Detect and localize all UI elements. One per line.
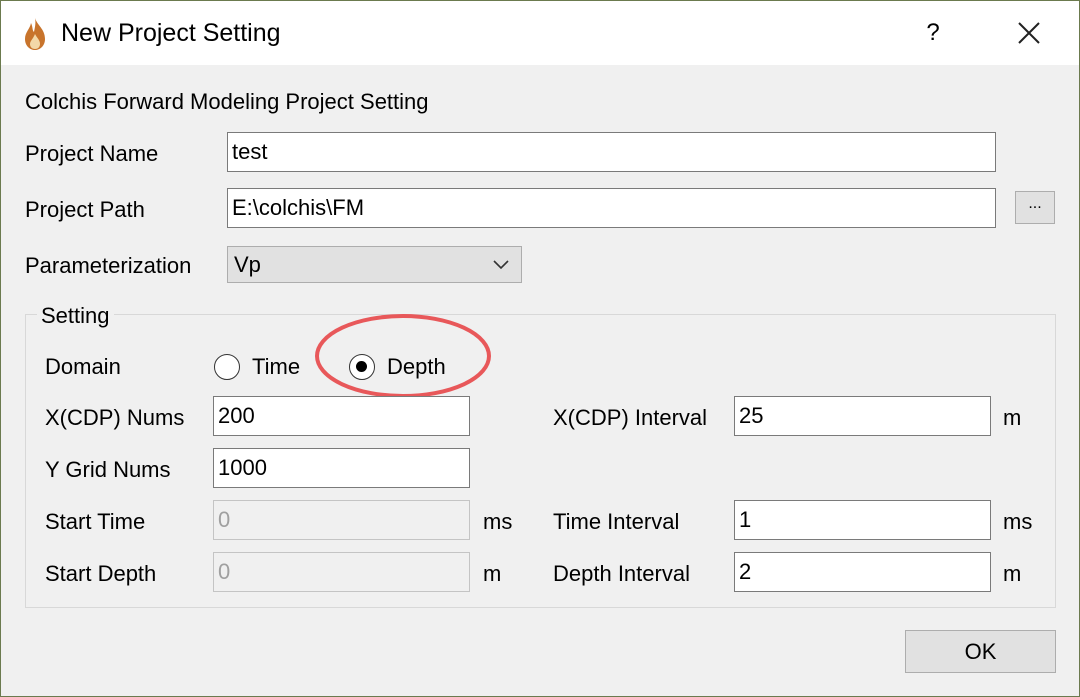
title-bar[interactable]: New Project Setting ?: [1, 1, 1079, 65]
dialog-title: New Project Setting: [61, 19, 281, 47]
start-depth-unit: m: [483, 561, 502, 586]
chevron-down-icon: [493, 260, 509, 270]
depth-interval-unit: m: [1003, 561, 1022, 586]
radio-selected-dot: [356, 361, 367, 372]
parameterization-label: Parameterization: [25, 253, 192, 278]
start-time-label: Start Time: [45, 509, 146, 534]
flame-icon: [25, 18, 45, 50]
start-depth-input: [213, 552, 470, 592]
start-time-input: [213, 500, 470, 540]
domain-depth-radio[interactable]: [349, 354, 375, 380]
xcdp-interval-unit: m: [1003, 405, 1022, 430]
xcdp-nums-label: X(CDP) Nums: [45, 405, 185, 430]
domain-label: Domain: [45, 354, 121, 379]
ok-button[interactable]: OK: [905, 630, 1056, 673]
close-icon: [1018, 22, 1040, 44]
domain-depth-label[interactable]: Depth: [387, 353, 446, 381]
depth-interval-input[interactable]: [734, 552, 991, 592]
y-grid-nums-input[interactable]: [213, 448, 470, 488]
start-time-unit: ms: [483, 509, 513, 534]
project-path-label: Project Path: [25, 197, 145, 222]
close-button[interactable]: [1001, 13, 1057, 53]
parameterization-select[interactable]: Vp: [227, 246, 522, 283]
depth-interval-label: Depth Interval: [553, 561, 690, 586]
parameterization-value: Vp: [234, 252, 261, 277]
xcdp-nums-input[interactable]: [213, 396, 470, 436]
new-project-dialog: New Project Setting ? Colchis Forward Mo…: [0, 0, 1080, 697]
start-depth-label: Start Depth: [45, 561, 157, 586]
xcdp-interval-label: X(CDP) Interval: [553, 405, 708, 430]
setting-group-title: Setting: [37, 302, 114, 330]
y-grid-nums-label: Y Grid Nums: [45, 457, 171, 482]
time-interval-unit: ms: [1003, 509, 1033, 534]
dialog-subtitle: Colchis Forward Modeling Project Setting: [25, 89, 429, 114]
domain-time-radio[interactable]: [214, 354, 240, 380]
browse-button[interactable]: ...: [1015, 191, 1055, 224]
xcdp-interval-input[interactable]: [734, 396, 991, 436]
help-button[interactable]: ?: [905, 13, 961, 53]
time-interval-label: Time Interval: [553, 509, 680, 534]
domain-time-label[interactable]: Time: [252, 353, 300, 381]
project-name-label: Project Name: [25, 141, 159, 166]
time-interval-input[interactable]: [734, 500, 991, 540]
project-path-input[interactable]: [227, 188, 996, 228]
project-name-input[interactable]: [227, 132, 996, 172]
